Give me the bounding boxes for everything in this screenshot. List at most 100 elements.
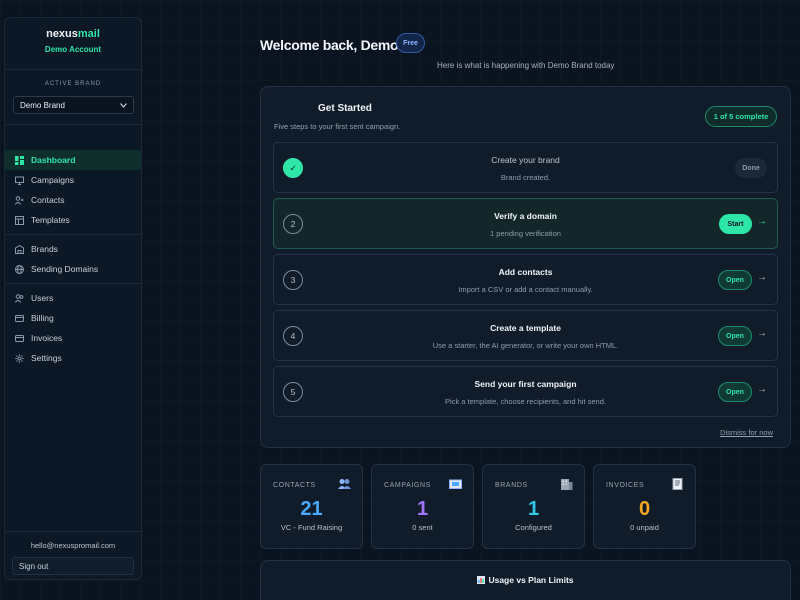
divider — [5, 283, 141, 284]
sidebar-item-label: Brands — [31, 244, 58, 254]
user-email: hello@nexuspromail.com — [30, 541, 116, 550]
stat-value: 0 — [638, 498, 651, 520]
stat-caption: 0 sent — [412, 523, 433, 532]
step-description: Use a starter, the AI generator, or writ… — [432, 341, 619, 350]
gear-icon — [15, 353, 24, 363]
stat-value: 1 — [416, 498, 429, 520]
sidebar-item-contacts[interactable]: Contacts — [5, 190, 141, 210]
step-title: Add contacts — [498, 267, 553, 277]
step-title: Send your first campaign — [474, 379, 577, 389]
sidebar-item-campaigns[interactable]: Campaigns — [5, 170, 141, 190]
open-button[interactable]: Open — [718, 270, 752, 290]
account-name: Demo Account — [44, 45, 102, 54]
divider — [5, 531, 141, 532]
open-button[interactable]: Open — [718, 326, 752, 346]
stat-value: 1 — [527, 498, 540, 520]
active-brand-label: ACTIVE BRAND — [44, 81, 102, 87]
sidebar-item-label: Sending Domains — [31, 264, 99, 274]
divider — [5, 69, 141, 70]
plan-badge: Free — [396, 33, 425, 53]
stat-card-invoices[interactable]: INVOICES 0 0 unpaid — [593, 464, 696, 549]
brand-select[interactable]: Demo Brand — [13, 96, 134, 114]
people-icon — [338, 479, 351, 489]
brands-icon — [15, 244, 24, 254]
usage-title: Usage vs Plan Limits — [261, 575, 790, 585]
sidebar-item-invoices[interactable]: Invoices — [5, 328, 141, 348]
sidebar: nexusmail Demo Account ACTIVE BRAND Demo… — [4, 17, 142, 580]
usage-title-text: Usage vs Plan Limits — [488, 575, 574, 585]
step-verify-domain[interactable]: 2 Verify a domain 1 pending verification… — [273, 198, 778, 249]
brand-select-value: Demo Brand — [20, 100, 65, 110]
receipt-icon — [672, 478, 683, 490]
campaign-icon — [15, 176, 24, 185]
dismiss-link[interactable]: Dismiss for now — [720, 428, 773, 437]
divider — [5, 234, 141, 235]
step-title: Verify a domain — [494, 211, 557, 221]
stat-label: CAMPAIGNS — [384, 482, 431, 489]
progress-badge: 1 of 5 complete — [705, 106, 777, 127]
step-done-badge: Done — [735, 158, 767, 178]
divider — [5, 124, 141, 125]
page-title: Welcome back, Demo — [260, 37, 399, 53]
sidebar-item-users[interactable]: Users — [5, 288, 141, 308]
building-icon — [561, 479, 573, 490]
stat-card-campaigns[interactable]: CAMPAIGNS 1 0 sent — [371, 464, 474, 549]
sidebar-item-dashboard[interactable]: Dashboard — [5, 150, 141, 170]
step-description: 1 pending verification — [490, 229, 561, 238]
stat-label: CONTACTS — [273, 482, 316, 489]
step-description: Brand created. — [500, 173, 551, 182]
arrow-right-icon[interactable]: → — [757, 384, 767, 395]
sign-out-button[interactable]: Sign out — [12, 557, 134, 575]
envelope-icon — [449, 479, 462, 489]
page-subtitle: Here is what is happening with Demo Bran… — [437, 61, 615, 70]
globe-icon — [15, 264, 24, 274]
sidebar-item-label: Invoices — [31, 333, 63, 343]
arrow-right-icon[interactable]: → — [757, 328, 767, 339]
contacts-icon — [15, 195, 24, 205]
step-create-template[interactable]: 4 Create a template Use a starter, the A… — [273, 310, 778, 361]
sidebar-item-label: Users — [31, 293, 54, 303]
arrow-right-icon[interactable]: → — [757, 216, 767, 227]
sidebar-item-label: Settings — [31, 353, 62, 363]
get-started-card: Get Started Five steps to your first sen… — [260, 86, 791, 448]
chevron-down-icon — [120, 102, 127, 108]
sidebar-nav: Dashboard Campaigns Contacts Templates B… — [5, 150, 141, 368]
sidebar-item-billing[interactable]: Billing — [5, 308, 141, 328]
sidebar-item-templates[interactable]: Templates — [5, 210, 141, 230]
stat-card-contacts[interactable]: CONTACTS 21 VC - Fund Raising — [260, 464, 363, 549]
sidebar-item-label: Dashboard — [31, 155, 76, 165]
stat-card-brands[interactable]: BRANDS 1 Configured — [482, 464, 585, 549]
stat-caption: VC - Fund Raising — [280, 523, 343, 532]
get-started-title: Get Started — [318, 103, 372, 114]
app-logo[interactable]: nexusmail — [5, 28, 141, 40]
credit-card-icon — [15, 314, 24, 323]
stat-label: INVOICES — [606, 482, 645, 489]
stat-label: BRANDS — [495, 482, 528, 489]
step-description: Import a CSV or add a contact manually. — [458, 285, 593, 294]
users-icon — [15, 293, 24, 303]
template-icon — [15, 215, 24, 225]
get-started-subtitle: Five steps to your first sent campaign. — [274, 122, 401, 131]
invoice-icon — [15, 334, 24, 343]
stat-caption: Configured — [515, 523, 552, 532]
open-button[interactable]: Open — [718, 382, 752, 402]
sidebar-item-label: Templates — [31, 215, 70, 225]
step-description: Pick a template, choose recipients, and … — [445, 397, 606, 406]
sidebar-item-sending-domains[interactable]: Sending Domains — [5, 259, 141, 279]
sidebar-item-label: Contacts — [31, 195, 65, 205]
sidebar-item-brands[interactable]: Brands — [5, 239, 141, 259]
start-button[interactable]: Start — [719, 214, 752, 234]
step-send-campaign[interactable]: 5 Send your first campaign Pick a templa… — [273, 366, 778, 417]
bar-chart-icon — [477, 576, 486, 584]
sidebar-item-label: Billing — [31, 313, 54, 323]
dashboard-icon — [15, 155, 24, 165]
stat-value: 21 — [300, 498, 323, 520]
usage-card: Usage vs Plan Limits — [260, 560, 791, 600]
step-create-brand: ✓ Create your brand Brand created. Done — [273, 142, 778, 193]
step-add-contacts[interactable]: 3 Add contacts Import a CSV or add a con… — [273, 254, 778, 305]
arrow-right-icon[interactable]: → — [757, 272, 767, 283]
sidebar-item-label: Campaigns — [31, 175, 74, 185]
sidebar-item-settings[interactable]: Settings — [5, 348, 141, 368]
step-title: Create your brand — [491, 155, 560, 165]
step-title: Create a template — [490, 323, 561, 333]
